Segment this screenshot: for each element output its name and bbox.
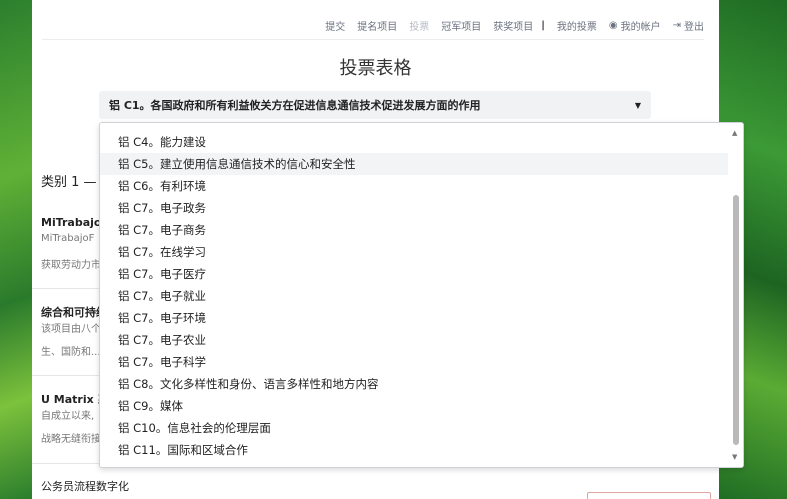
nav-champion-projects[interactable]: 冠军项目 bbox=[441, 18, 481, 33]
entry-text: 获取劳动力市 bbox=[41, 260, 101, 271]
entry-text: 战略无缝衔接 bbox=[41, 434, 101, 445]
vote-box[interactable] bbox=[587, 492, 711, 499]
dropdown-option[interactable]: 铝 C7。电子就业 bbox=[100, 285, 728, 307]
category-dropdown-list[interactable]: 铝 C4。能力建设 铝 C5。建立使用信息通信技术的信心和安全性 铝 C6。有利… bbox=[99, 122, 744, 468]
nav-logout[interactable]: ⇥ 登出 bbox=[673, 18, 704, 33]
nav-submit[interactable]: 提交 bbox=[325, 18, 345, 33]
user-circle-icon: ◉ bbox=[608, 19, 618, 31]
nav-nominated-projects[interactable]: 提名项目 bbox=[357, 18, 397, 33]
nav-vote[interactable]: 投票 bbox=[409, 18, 429, 33]
page-title: 投票表格 bbox=[339, 58, 412, 79]
dropdown-option[interactable]: 铝 C7。电子医疗 bbox=[100, 263, 728, 285]
dropdown-option[interactable]: 铝 C7。电子农业 bbox=[100, 329, 728, 351]
dropdown-option[interactable]: 铝 C8。文化多样性和身份、语言多样性和地方内容 bbox=[100, 373, 728, 395]
nav-divider bbox=[42, 39, 704, 40]
top-navigation: 提交 提名项目 投票 冠军项目 获奖项目 | 我的投票 ◉ 我的帐户 ⇥ 登出 bbox=[313, 17, 704, 33]
nav-my-votes[interactable]: 我的投票 bbox=[557, 18, 597, 33]
entry-text: 自成立以来, bbox=[41, 411, 95, 422]
entry-text: 生、国防和... bbox=[41, 347, 101, 358]
dropdown-option[interactable]: 铝 C10。信息社会的伦理层面 bbox=[100, 417, 728, 439]
nav-winning-projects[interactable]: 获奖项目 bbox=[493, 18, 533, 33]
entry-title[interactable]: 综合和可持续 bbox=[41, 304, 107, 320]
dropdown-option[interactable]: 铝 C4。能力建设 bbox=[100, 131, 728, 153]
scrollbar-thumb[interactable] bbox=[733, 195, 739, 445]
logout-icon: ⇥ bbox=[672, 19, 681, 31]
entry-title[interactable]: 公务员流程数字化 bbox=[41, 478, 129, 494]
nav-separator: | bbox=[541, 19, 545, 31]
dropdown-option[interactable]: 铝 C7。电子政务 bbox=[100, 197, 728, 219]
dropdown-option[interactable]: 铝 C7。在线学习 bbox=[100, 241, 728, 263]
dropdown-option[interactable]: 铝 C6。有利环境 bbox=[100, 175, 728, 197]
nav-logout-label: 登出 bbox=[684, 21, 704, 33]
dropdown-option[interactable]: 铝 C7。电子科学 bbox=[100, 351, 728, 373]
dropdown-option[interactable]: 铝 C7。电子商务 bbox=[100, 219, 728, 241]
nav-my-account[interactable]: ◉ 我的帐户 bbox=[609, 18, 661, 33]
dropdown-option[interactable]: 铝 C11。国际和区域合作 bbox=[100, 439, 728, 461]
nav-my-account-label: 我的帐户 bbox=[620, 21, 661, 33]
dropdown-option[interactable]: 铝 C5。建立使用信息通信技术的信心和安全性 bbox=[100, 153, 728, 175]
dropdown-option[interactable]: 铝 C7。电子环境 bbox=[100, 307, 728, 329]
dropdown-option[interactable]: 铝 C9。媒体 bbox=[100, 395, 728, 417]
scroll-up-icon[interactable]: ▲ bbox=[732, 129, 737, 137]
category-heading: 类别 1 — / bbox=[41, 175, 106, 190]
category-select[interactable]: 铝 C1。各国政府和所有利益攸关方在促进信息通信技术促进发展方面的作用 ▼ bbox=[99, 91, 651, 119]
entry-text: 该项目由八个 bbox=[41, 324, 101, 335]
scroll-down-icon[interactable]: ▼ bbox=[732, 453, 737, 461]
background-left bbox=[0, 0, 32, 499]
dropdown-scrollbar[interactable]: ▲ ▼ bbox=[729, 123, 743, 467]
caret-down-icon: ▼ bbox=[634, 101, 641, 110]
category-select-value: 铝 C1。各国政府和所有利益攸关方在促进信息通信技术促进发展方面的作用 bbox=[109, 99, 481, 112]
entry-text: MiTrabajoF bbox=[41, 233, 95, 244]
